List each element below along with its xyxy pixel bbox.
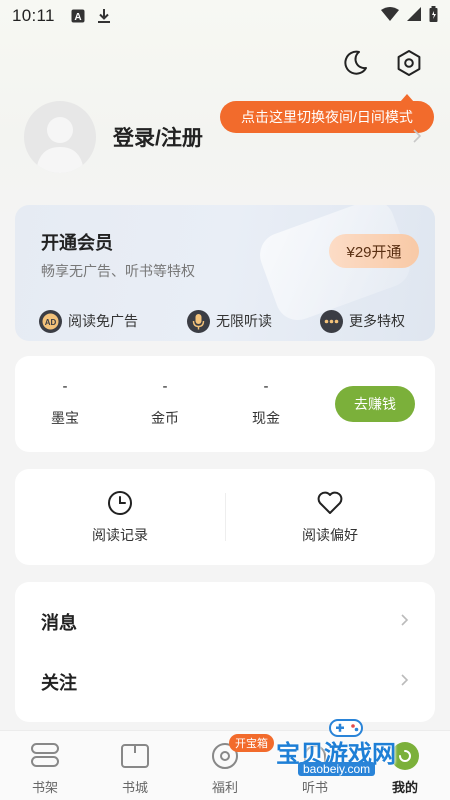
svg-text:AD: AD (45, 318, 57, 327)
tab-label: 书城 (121, 780, 148, 795)
microphone-icon (187, 309, 210, 333)
night-mode-tooltip: 点击这里切换夜间/日间模式 (220, 94, 434, 133)
wallet-label: 金币 (151, 410, 179, 426)
perk-more[interactable]: 更多特权 (320, 309, 405, 333)
reading-preference-button[interactable]: 阅读偏好 (270, 489, 390, 545)
wifi-icon (381, 6, 399, 26)
wallet-coins[interactable]: - 金币 (135, 378, 195, 428)
vip-card[interactable]: 开通会员 畅享无广告、听书等特权 ¥29开通 AD 阅读免广告 无限听读 更多特… (15, 205, 435, 341)
wallet-cash[interactable]: - 现金 (236, 378, 296, 428)
earn-money-button[interactable]: 去赚钱 (335, 386, 415, 422)
download-icon (97, 8, 111, 24)
login-register-link[interactable]: 登录/注册 (113, 122, 203, 152)
menu-label: 关注 (41, 673, 77, 693)
battery-icon (429, 5, 438, 27)
menu-item-follow[interactable]: 关注 (15, 652, 435, 712)
wallet-value: - (263, 378, 269, 395)
vip-perks: AD 阅读免广告 无限听读 更多特权 (15, 301, 435, 341)
tab-listen[interactable]: 听书 (285, 739, 345, 796)
perk-label: 阅读免广告 (68, 313, 138, 329)
menu-item-messages[interactable]: 消息 (15, 592, 435, 652)
moon-icon (341, 49, 369, 82)
avatar[interactable] (24, 101, 96, 173)
tab-profile[interactable]: 我的 (375, 739, 435, 796)
heart-icon (270, 489, 390, 517)
tab-label: 书架 (31, 780, 58, 795)
keyboard-a-icon: A (71, 9, 85, 23)
clock-icon (60, 489, 180, 517)
chevron-right-icon (412, 128, 422, 149)
wallet-mobao[interactable]: - 墨宝 (35, 378, 95, 428)
bookshelf-icon (15, 739, 75, 773)
reading-history-button[interactable]: 阅读记录 (60, 489, 180, 545)
vip-subscribe-button[interactable]: ¥29开通 (329, 234, 419, 268)
tab-label: 我的 (391, 780, 418, 795)
perk-ad-free[interactable]: AD 阅读免广告 (39, 309, 138, 333)
tab-label: 福利 (211, 780, 238, 795)
profile-icon (375, 739, 435, 773)
menu-card: 消息 关注 (15, 582, 435, 722)
tab-label: 听书 (301, 780, 328, 795)
chevron-right-icon (400, 673, 409, 692)
reading-card: 阅读记录 阅读偏好 (15, 469, 435, 565)
settings-hexagon-icon (395, 49, 423, 82)
perk-label: 无限听读 (216, 313, 272, 329)
bookstore-icon (105, 739, 165, 773)
vip-title: 开通会员 (41, 233, 113, 253)
night-mode-button[interactable] (340, 50, 370, 80)
listen-icon (285, 739, 345, 773)
vip-subtitle: 畅享无广告、听书等特权 (41, 263, 195, 279)
chevron-right-icon (400, 613, 409, 632)
status-bar: 10:11 A (0, 0, 450, 32)
signal-icon (407, 6, 421, 26)
more-dots-icon (320, 309, 343, 333)
wallet-label: 现金 (252, 410, 280, 426)
svg-text:A: A (74, 12, 81, 23)
perk-label: 更多特权 (349, 313, 405, 329)
divider (225, 493, 226, 541)
ad-free-icon: AD (39, 309, 62, 333)
perk-unlimited-listen[interactable]: 无限听读 (187, 309, 272, 333)
default-avatar-icon (36, 117, 84, 173)
status-time: 10:11 (12, 6, 55, 25)
wallet-value: - (162, 378, 168, 395)
tab-bookshelf[interactable]: 书架 (15, 739, 75, 796)
record-label: 阅读记录 (92, 527, 148, 543)
treasure-box-badge[interactable]: 开宝箱 (229, 734, 274, 752)
settings-button[interactable] (394, 49, 424, 82)
bottom-tab-bar: 书架 书城 福利 听书 我的 (0, 730, 450, 800)
wallet-card: - 墨宝 - 金币 - 现金 去赚钱 (15, 356, 435, 452)
wallet-value: - (62, 378, 68, 395)
wallet-label: 墨宝 (51, 410, 79, 426)
record-label: 阅读偏好 (302, 527, 358, 543)
menu-label: 消息 (41, 613, 77, 633)
tab-bookstore[interactable]: 书城 (105, 739, 165, 796)
